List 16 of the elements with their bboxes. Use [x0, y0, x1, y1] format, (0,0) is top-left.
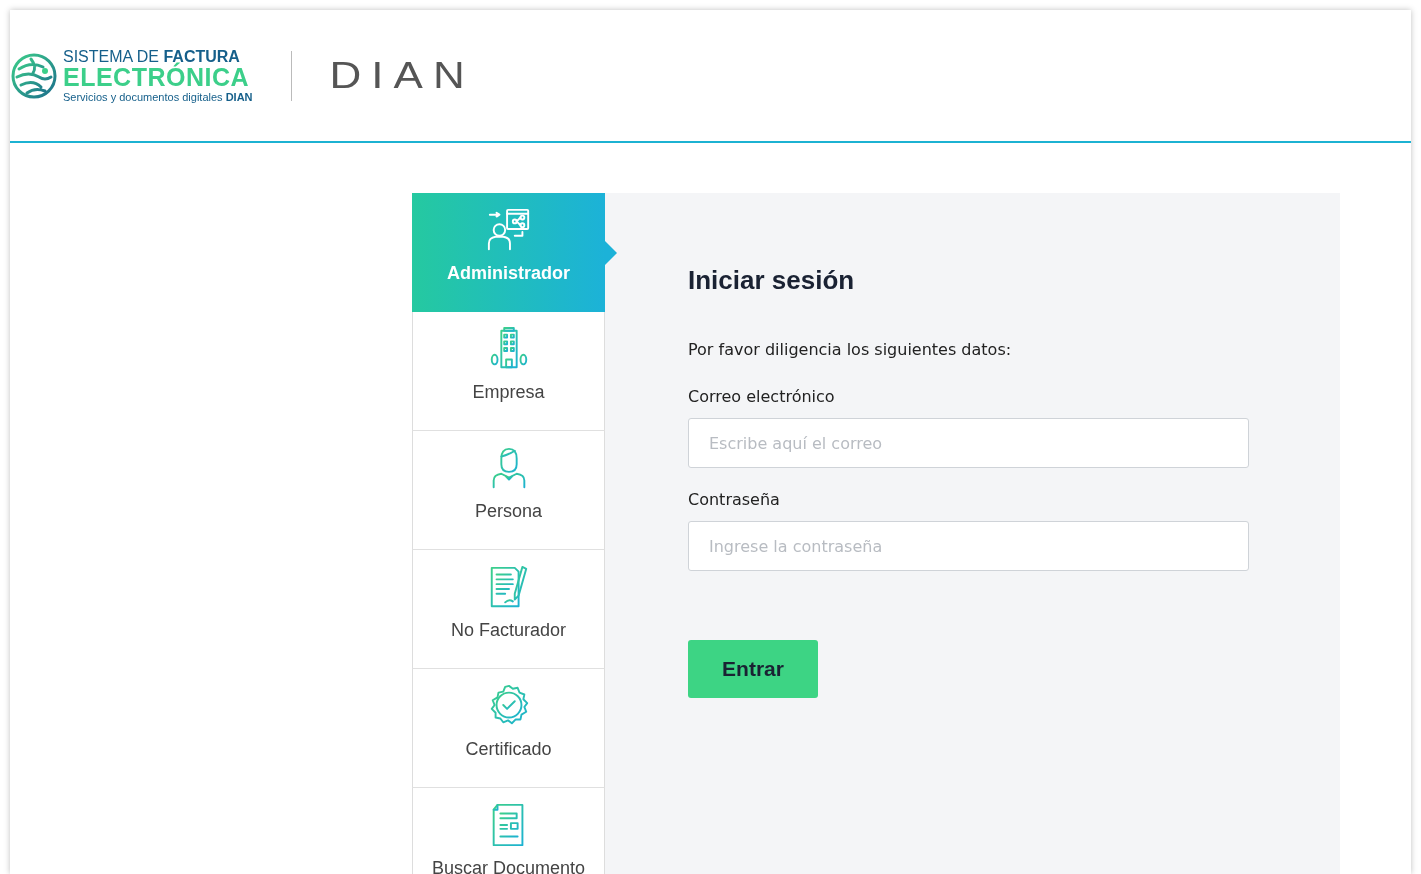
globe-logo-icon [11, 52, 57, 99]
logo-tagline: Servicios y documentos digitales DIAN [63, 91, 253, 103]
tab[interactable]: Empresa [412, 312, 605, 431]
input-field[interactable]: Ingrese la contraseña [688, 521, 1249, 571]
brand-logo-text: DIAN [329, 55, 475, 96]
tab[interactable]: Buscar Documento [412, 788, 605, 874]
input-field[interactable]: Escribe aquí el correo [688, 418, 1249, 468]
admin-network-icon [485, 207, 532, 253]
intro-text: Por favor diligencia los siguientes datos: [688, 340, 1013, 359]
tab[interactable]: Certificado [412, 669, 605, 788]
tab[interactable]: Persona [412, 431, 605, 550]
field-label: Correo electrónico [688, 387, 836, 406]
submit-button[interactable]: Entrar [688, 640, 818, 698]
login-title: Iniciar sesión [688, 265, 856, 296]
tab[interactable]: No Facturador [412, 550, 605, 669]
field-label: Contraseña [688, 490, 781, 509]
